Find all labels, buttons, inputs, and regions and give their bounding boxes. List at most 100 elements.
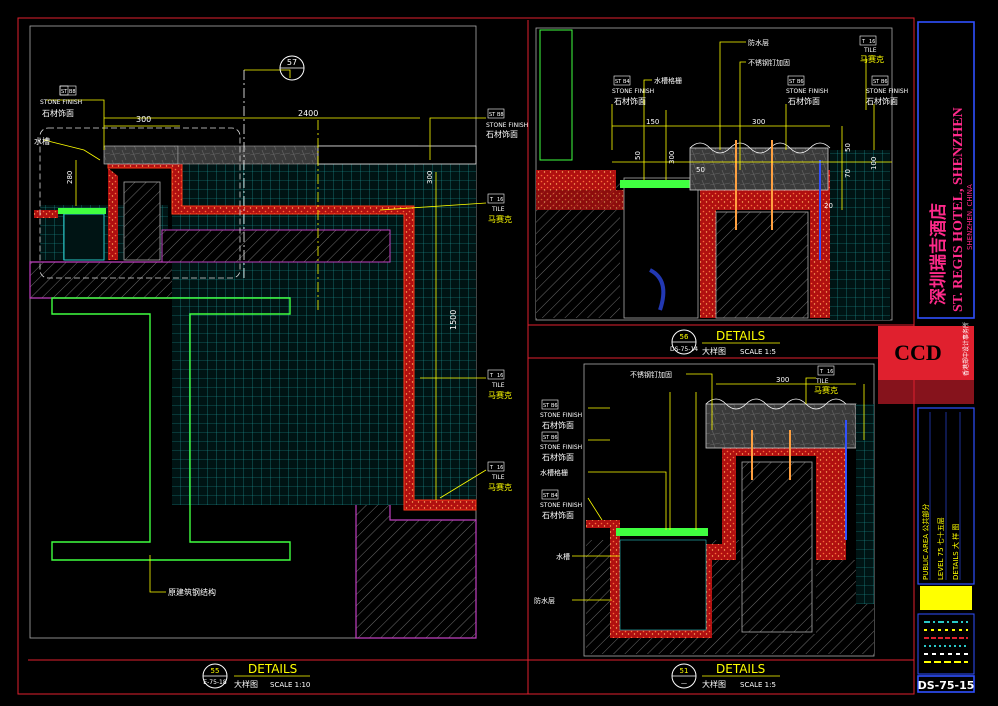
br-tag-4-num: 16 [827, 369, 833, 375]
br-tag-2-code: ST [543, 435, 550, 441]
left-scale: SCALE 1:10 [270, 681, 310, 689]
tr-tag-2-en: STONE FINISH [786, 88, 828, 95]
tr-dim-150: 150 [646, 118, 659, 126]
tr-ref-num: 56 [680, 333, 689, 341]
dim-300-top: 300 [136, 115, 151, 124]
ccd-logo: CCD [894, 340, 942, 365]
br-note-channel: 水槽 [556, 552, 570, 561]
br-tag-4-code: T [819, 369, 824, 375]
tr-tag-3-num: B6 [881, 79, 888, 85]
left-tag-3-code: T [489, 197, 494, 203]
br-note-waterproof: 防水层 [534, 596, 555, 605]
hotel-name-cn: 深圳瑞吉酒店 [928, 203, 949, 305]
left-tag-5-code: T [489, 465, 494, 471]
left-tag-1-num: B8 [69, 89, 76, 95]
left-tag-1-code: ST [61, 89, 68, 95]
tr-tag-3-cn: 石材饰面 [866, 96, 898, 106]
left-tag-4-cn: 马赛克 [488, 390, 512, 400]
left-tag-2-cn: 石材饰面 [486, 129, 518, 139]
left-ref-code: E-75-18 [203, 679, 227, 686]
br-ref-num: 51 [680, 667, 689, 675]
dim-280: 280 [66, 171, 74, 184]
left-title: DETAILS [248, 662, 297, 676]
level-label: LEVEL 75 七十五层 [936, 517, 945, 580]
tr-title: DETAILS [716, 329, 765, 343]
cad-drawing-sheet: 57 2400 300 280 300 1500 水槽 原建筑钢结构 ST B8… [17, 17, 975, 695]
br-scale: SCALE 1:5 [740, 681, 776, 689]
br-tag-4-en: TILE [815, 378, 829, 385]
br-tag-2-en: STONE FINISH [540, 444, 582, 451]
tr-note-steel-nail: 不锈钢钉加固 [748, 58, 790, 67]
br-tag-4-cn: 马赛克 [814, 385, 838, 395]
tr-note-waterproof: 防水层 [748, 38, 769, 47]
tr-tag-1-num: B4 [623, 79, 630, 85]
br-note-grating: 水槽格栅 [540, 468, 568, 477]
left-tag-2-en: STONE FINISH [486, 122, 528, 129]
br-note-steel-nail: 不锈钢钉加固 [630, 370, 672, 379]
tr-dim-70: 70 [844, 169, 852, 178]
water-channel-label: 水槽 [34, 136, 50, 146]
br-tag-2-cn: 石材饰面 [542, 452, 574, 462]
left-subtitle: 大样图 [234, 679, 258, 689]
br-ref-code: 一 [681, 681, 687, 688]
tr-tag-2-num: B6 [797, 79, 804, 85]
tr-dim-300v: 300 [668, 151, 676, 164]
tr-note-grating: 水槽格栅 [654, 76, 682, 85]
yellow-stamp [920, 586, 972, 610]
tr-dim-100: 100 [870, 157, 878, 170]
tr-tag-3-en: STONE FINISH [866, 88, 908, 95]
br-tag-1-num: B6 [551, 403, 558, 409]
left-tag-4-code: T [489, 373, 494, 379]
left-tag-5-cn: 马赛克 [488, 482, 512, 492]
tr-tag-1-code: ST [615, 79, 622, 85]
br-tag-2-num: B6 [551, 435, 558, 441]
br-dim-300: 300 [776, 376, 789, 384]
left-detail [29, 55, 487, 639]
top-right-detail [536, 29, 892, 320]
br-tag-3-cn: 石材饰面 [542, 510, 574, 520]
left-tag-3-cn: 马赛克 [488, 214, 512, 224]
tr-tag-1-en: STONE FINISH [612, 88, 654, 95]
left-tag-1-cn: 石材饰面 [42, 108, 74, 118]
bottom-right-detail [572, 373, 874, 654]
left-tag-2-code: ST [489, 112, 496, 118]
tr-tag-4-cn: 马赛克 [860, 54, 884, 64]
tr-tag-1-cn: 石材饰面 [614, 96, 646, 106]
left-tag-1-en: STONE FINISH [40, 99, 82, 106]
sheet-number: DS-75-15 [918, 679, 975, 692]
drawing-label: DETAILS 大 样 图 [951, 524, 960, 580]
hotel-location: SHENZHEN, CHINA [966, 184, 974, 250]
tr-dim-50c: 50 [844, 143, 852, 152]
tr-dim-20: 20 [824, 202, 833, 210]
br-tag-1-cn: 石材饰面 [542, 420, 574, 430]
br-tag-1-en: STONE FINISH [540, 412, 582, 419]
tr-tag-2-cn: 石材饰面 [788, 96, 820, 106]
tr-tag-3-code: ST [873, 79, 880, 85]
br-tag-3-en: STONE FINISH [540, 502, 582, 509]
br-title: DETAILS [716, 662, 765, 676]
left-tag-2-num: B8 [497, 112, 504, 118]
left-tag-4-en: TILE [491, 382, 505, 389]
tr-ref-code: DS-75-14 [670, 346, 698, 353]
area-label: PUBLIC AREA 公共部分 [921, 504, 930, 580]
left-tag-3-num: 16 [497, 197, 503, 203]
ccd-logo-sub: 香港郑中设计事务所 [962, 322, 970, 376]
dim-2400: 2400 [298, 109, 318, 118]
left-tag-5-num: 16 [497, 465, 503, 471]
hotel-name-en: ST. REGIS HOTEL, SHENZHEN [951, 107, 966, 312]
tr-tag-2-code: ST [789, 79, 796, 85]
tr-dim-50b: 50 [696, 166, 705, 174]
callout-57-label: 57 [287, 58, 297, 67]
tr-dim-50a: 50 [634, 151, 642, 160]
tr-scale: SCALE 1:5 [740, 348, 776, 356]
br-tag-3-code: ST [543, 493, 550, 499]
tr-tag-4-num: 16 [869, 39, 875, 45]
tr-tag-4-en: TILE [863, 47, 877, 54]
left-tag-5-en: TILE [491, 474, 505, 481]
left-tag-3-en: TILE [491, 206, 505, 213]
br-subtitle: 大样图 [702, 679, 726, 689]
left-ref-num: 55 [211, 667, 220, 675]
left-tag-4-num: 16 [497, 373, 503, 379]
tr-subtitle: 大样图 [702, 346, 726, 356]
br-tag-1-code: ST [543, 403, 550, 409]
